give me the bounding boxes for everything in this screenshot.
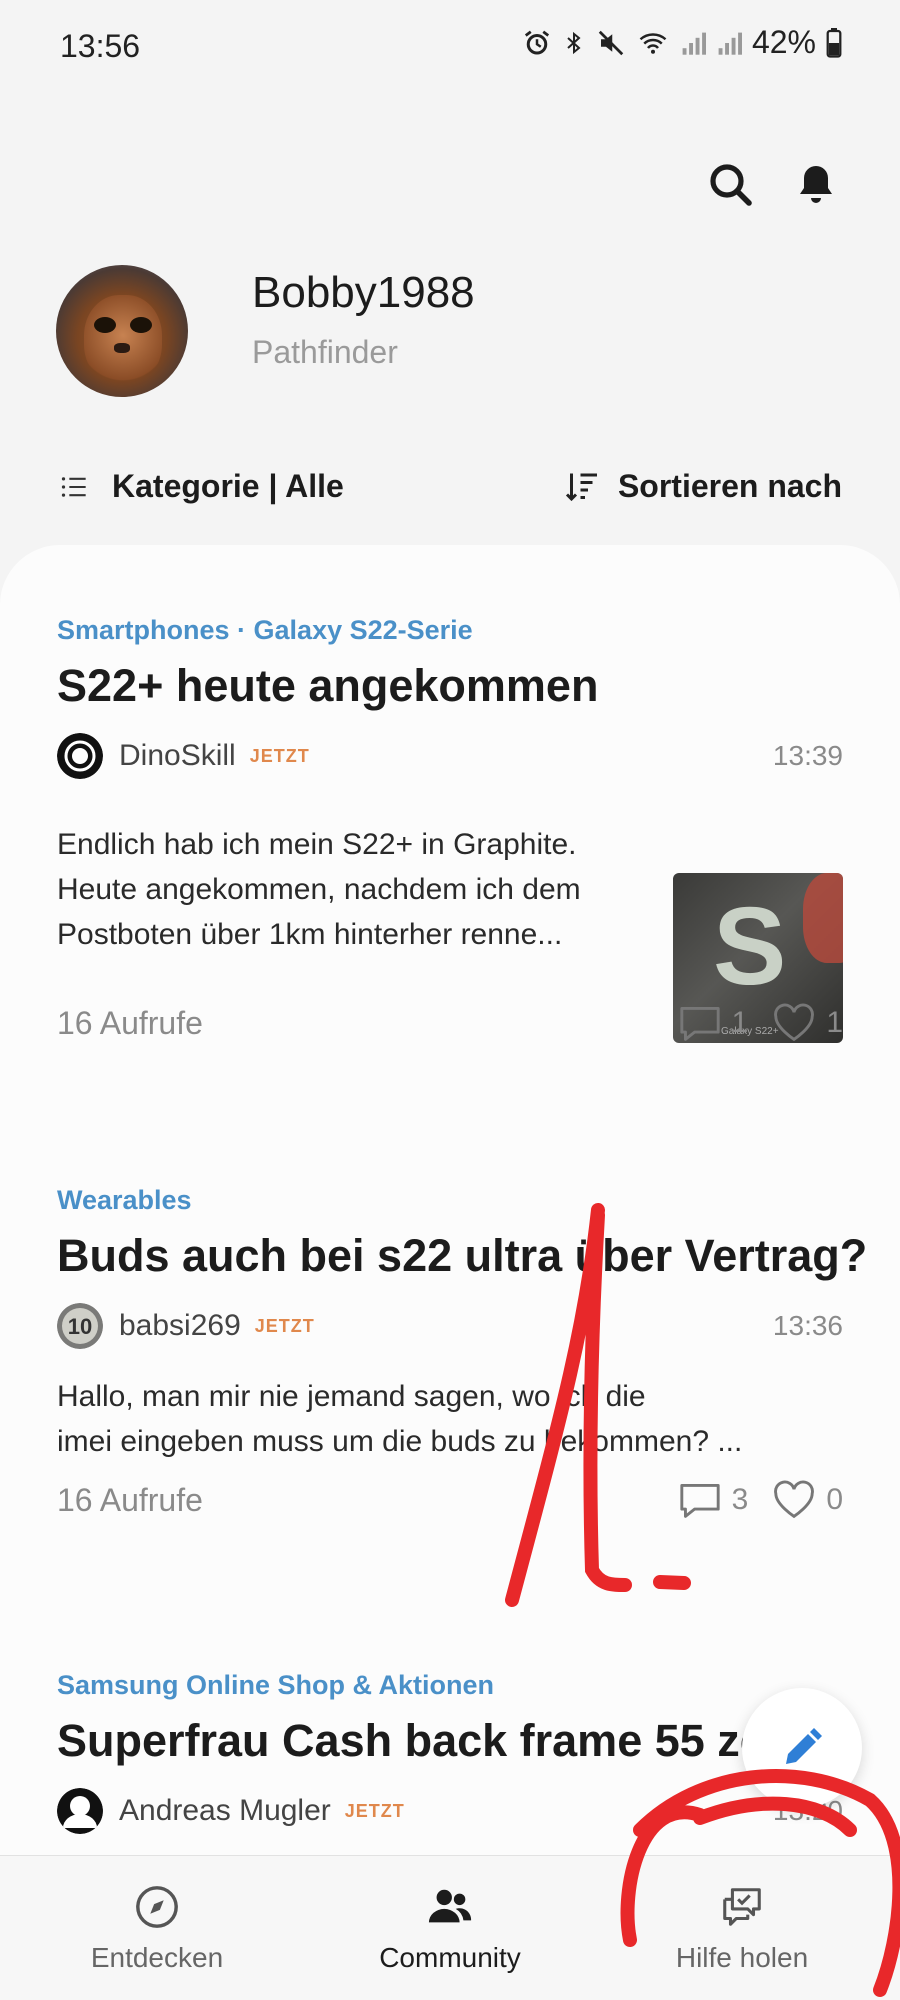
nav-entdecken[interactable]: Entdecken [37, 1884, 277, 1974]
post-category[interactable]: Wearables [57, 1185, 843, 1216]
sort-label: Sortieren nach [617, 468, 842, 504]
author-avatar[interactable]: 10 [57, 1303, 103, 1349]
author-name[interactable]: DinoSkill [119, 739, 236, 773]
post-feed: Smartphones · Galaxy S22-Serie S22+ heut… [0, 545, 900, 1855]
post-time: 13:39 [772, 740, 843, 771]
like-count: 0 [826, 1483, 843, 1516]
author-avatar[interactable] [57, 1788, 103, 1834]
post-stats: 1 1 [678, 1003, 843, 1043]
status-time: 13:56 [60, 28, 141, 64]
like-count: 1 [826, 1006, 843, 1039]
post-meta: 16 Aufrufe 1 1 [57, 999, 843, 1047]
new-badge: JETZT [344, 1800, 405, 1821]
post-author-row: Andreas Mugler JETZT 13:20 [57, 1787, 843, 1835]
heart-icon[interactable] [772, 1003, 816, 1043]
excerpt-line: Heute angekommen, nachdem ich dem [57, 873, 581, 906]
user-avatar[interactable] [56, 265, 188, 397]
battery-percent: 42% [751, 24, 816, 60]
bell-icon[interactable] [792, 160, 840, 208]
alarm-icon [524, 30, 550, 54]
heart-icon[interactable] [772, 1480, 816, 1520]
post-card[interactable]: Smartphones · Galaxy S22-Serie S22+ heut… [57, 615, 843, 1047]
search-icon[interactable] [706, 160, 754, 208]
post-time: 13:36 [772, 1310, 843, 1341]
post-stats: 3 0 [678, 1480, 843, 1520]
user-rank: Pathfinder [252, 334, 398, 370]
bluetooth-icon [567, 31, 581, 54]
post-category[interactable]: Samsung Online Shop & Aktionen [57, 1670, 843, 1701]
chat-help-icon [723, 1888, 761, 1926]
post-excerpt: Hallo, man mir nie jemand sagen, wo ich … [57, 1374, 843, 1464]
comment-count: 3 [731, 1483, 749, 1516]
signal-icon-2 [718, 32, 742, 55]
comment-count: 1 [731, 1006, 749, 1039]
excerpt-line: Endlich hab ich mein S22+ in Graphite. [57, 828, 577, 861]
nav-label: Hilfe holen [675, 1942, 809, 1973]
new-badge: JETZT [254, 1315, 315, 1336]
sort-icon [565, 473, 597, 501]
pencil-icon [786, 1728, 822, 1764]
nav-hilfe-holen[interactable]: Hilfe holen [622, 1884, 862, 1974]
wifi-icon [639, 32, 667, 54]
author-avatar[interactable] [57, 733, 103, 779]
thumbnail-s-logo: S [713, 885, 787, 1008]
screen: 13:56 42% Bobby1988 Pathfinder Kategorie… [0, 0, 900, 2000]
category-filter-label: Kategorie | Alle [112, 468, 344, 504]
bottom-navigation: Entdecken Community Hilfe holen [0, 1855, 900, 2000]
view-count: 16 Aufrufe [57, 1482, 203, 1518]
post-title[interactable]: Buds auch bei s22 ultra über Vertrag? [57, 1230, 867, 1282]
category-filter[interactable]: Kategorie | Alle [60, 468, 344, 505]
post-title[interactable]: S22+ heute angekommen [57, 660, 843, 712]
people-icon [428, 1889, 472, 1923]
status-bar: 13:56 42% [0, 0, 900, 90]
username[interactable]: Bobby1988 [252, 268, 475, 318]
excerpt-line: imei eingeben muss um die buds zu bekomm… [57, 1425, 743, 1458]
signal-icon-1 [682, 32, 706, 55]
new-badge: JETZT [249, 745, 310, 766]
post-card[interactable]: Samsung Online Shop & Aktionen Superfrau… [57, 1670, 843, 1835]
sort-button[interactable]: Sortieren nach [564, 468, 842, 505]
nav-community[interactable]: Community [330, 1884, 570, 1974]
author-name[interactable]: babsi269 [119, 1309, 241, 1343]
post-excerpt: Endlich hab ich mein S22+ in Graphite. H… [57, 822, 657, 957]
comment-icon[interactable] [678, 1003, 722, 1043]
post-author-row: 10 babsi269 JETZT 13:36 [57, 1302, 843, 1350]
post-author-row: DinoSkill JETZT 13:39 [57, 732, 843, 780]
excerpt-line: Hallo, man mir nie jemand sagen, wo ich … [57, 1380, 646, 1413]
compass-icon [136, 1886, 178, 1928]
battery-icon [826, 27, 842, 58]
author-name[interactable]: Andreas Mugler [119, 1794, 331, 1828]
post-category[interactable]: Smartphones · Galaxy S22-Serie [57, 615, 843, 646]
post-card[interactable]: Wearables Buds auch bei s22 ultra über V… [57, 1185, 867, 1524]
svg-text:10: 10 [68, 1314, 92, 1339]
excerpt-line: Postboten über 1km hinterher renne... [57, 918, 563, 951]
view-count: 16 Aufrufe [57, 1005, 203, 1041]
status-icons: 42% [522, 24, 842, 61]
comment-icon[interactable] [678, 1480, 722, 1520]
nav-label: Community [379, 1942, 521, 1973]
list-icon [61, 476, 86, 497]
write-post-button[interactable] [742, 1688, 862, 1808]
post-meta: 16 Aufrufe 3 0 [57, 1476, 843, 1524]
post-title[interactable]: Superfrau Cash back frame 55 zoll [57, 1715, 843, 1767]
mute-icon [598, 30, 624, 55]
top-actions [706, 160, 840, 208]
nav-label: Entdecken [90, 1942, 224, 1973]
